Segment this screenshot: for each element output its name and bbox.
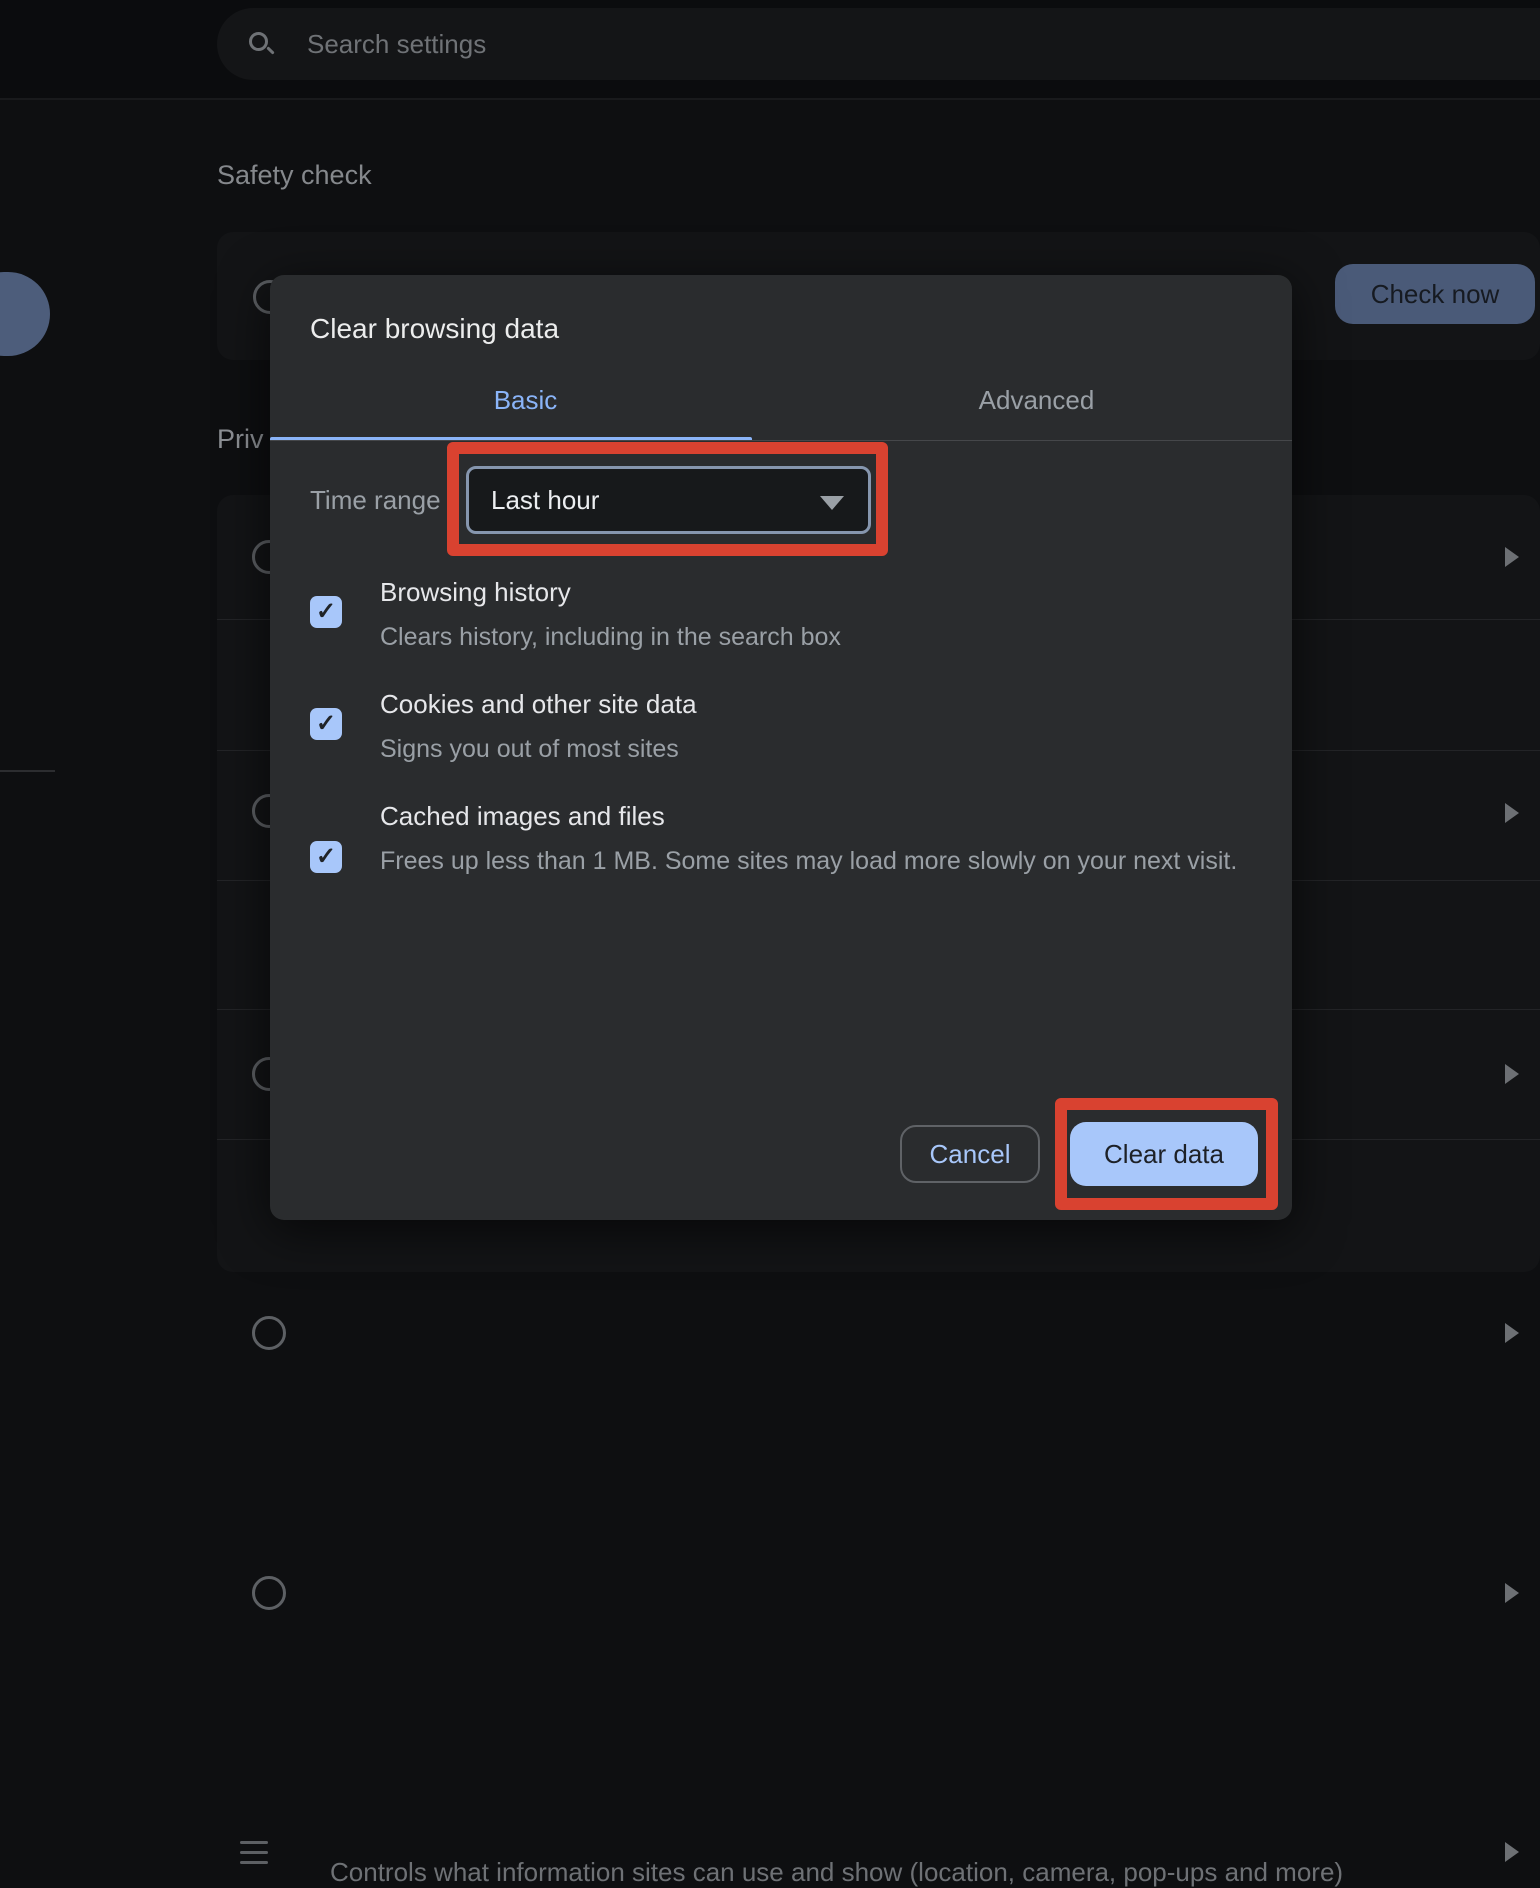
- time-range-label: Time range: [310, 485, 441, 515]
- check-now-button[interactable]: Check now: [1335, 264, 1535, 324]
- checkmark-icon: ✓: [315, 843, 337, 870]
- checkbox-cookies[interactable]: ✓: [310, 708, 342, 740]
- tab-divider: [270, 440, 1292, 441]
- item-title: Browsing history: [380, 577, 571, 607]
- annotation-box-clear-data: [1055, 1098, 1278, 1210]
- tab-basic[interactable]: Basic: [270, 370, 781, 430]
- item-cached-images: Cached images and files Frees up less th…: [380, 801, 1260, 881]
- item-cookies: Cookies and other site data Signs you ou…: [380, 689, 1260, 769]
- tab-advanced[interactable]: Advanced: [781, 370, 1292, 430]
- search-icon: [249, 32, 275, 56]
- chevron-right-icon: [1505, 1842, 1519, 1862]
- checkbox-cached-images[interactable]: ✓: [310, 841, 342, 873]
- chevron-right-icon: [1505, 547, 1519, 567]
- safety-check-heading: Safety check: [217, 160, 372, 190]
- item-browsing-history: Browsing history Clears history, includi…: [380, 577, 1260, 657]
- item-subtitle: Clears history, including in the search …: [380, 623, 841, 651]
- shield-icon: [252, 1576, 286, 1610]
- chevron-right-icon: [1505, 1583, 1519, 1603]
- checkmark-icon: ✓: [315, 710, 337, 737]
- dialog-tabs: Basic Advanced: [270, 370, 1292, 430]
- clear-browsing-data-dialog: Clear browsing data Basic Advanced Time …: [270, 275, 1292, 1220]
- privacy-security-heading: Priv: [217, 424, 264, 454]
- item-subtitle: Frees up less than 1 MB. Some sites may …: [380, 847, 1238, 875]
- item-subtitle: Signs you out of most sites: [380, 735, 679, 763]
- settings-toolbar: [0, 0, 1540, 100]
- site-settings-tune-icon: [240, 1841, 268, 1867]
- item-title: Cookies and other site data: [380, 689, 697, 719]
- cancel-button[interactable]: Cancel: [900, 1125, 1040, 1183]
- site-settings-subtitle: Controls what information sites can use …: [330, 1857, 1344, 1887]
- checkmark-icon: ✓: [315, 598, 337, 625]
- dialog-title: Clear browsing data: [310, 313, 560, 344]
- item-title: Cached images and files: [380, 801, 665, 831]
- security-icon: [252, 1316, 286, 1350]
- search-settings-field[interactable]: [217, 8, 1540, 80]
- selected-nav-item-pill: [0, 272, 50, 356]
- nav-divider: [0, 770, 55, 772]
- annotation-box-time-range: [447, 442, 888, 556]
- checkbox-browsing-history[interactable]: ✓: [310, 596, 342, 628]
- search-input[interactable]: [307, 8, 1540, 80]
- chevron-right-icon: [1505, 1323, 1519, 1343]
